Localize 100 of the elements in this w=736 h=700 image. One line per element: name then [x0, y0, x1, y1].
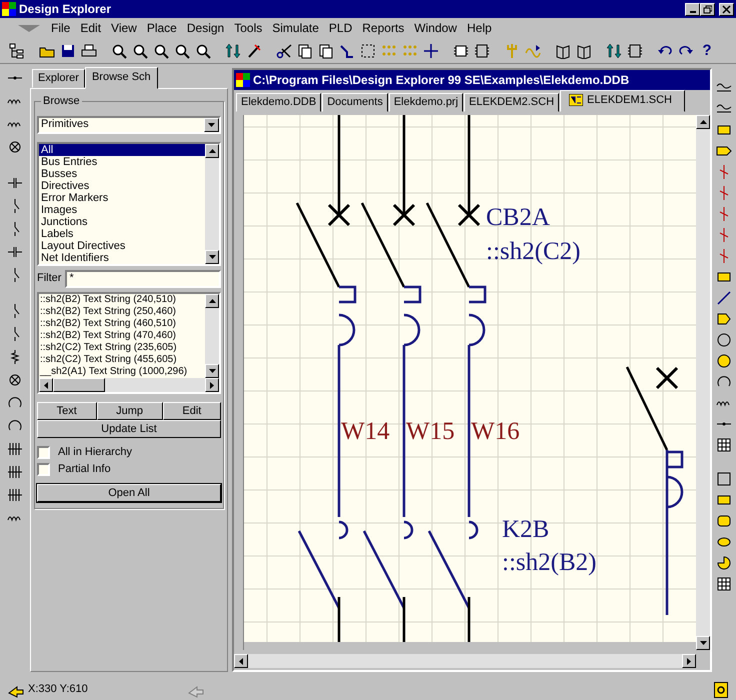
chip-icon[interactable] [627, 42, 643, 58]
checkbox-label[interactable]: Partial Info [58, 463, 111, 476]
scroll-right-icon[interactable] [682, 654, 696, 668]
component-icon[interactable] [453, 42, 469, 58]
menu-item[interactable]: Help [462, 20, 497, 36]
selection-icon[interactable] [360, 42, 376, 58]
scrollbar[interactable] [205, 144, 219, 264]
action-button[interactable]: Edit [162, 402, 221, 420]
list-item[interactable]: All [39, 144, 205, 156]
circuit-breaker-drawing[interactable] [426, 115, 486, 346]
list-item[interactable]: Busses [39, 168, 205, 180]
scroll-down-icon[interactable] [205, 250, 219, 264]
circuit-breaker-drawing[interactable] [626, 366, 684, 615]
pie-icon[interactable] [716, 555, 732, 571]
circuit-breaker-drawing[interactable] [296, 115, 356, 346]
menu-item[interactable]: Tools [229, 20, 268, 36]
scroll-down-icon[interactable] [696, 636, 710, 650]
up-down-arrows-icon[interactable] [225, 42, 241, 58]
close-button[interactable] [719, 2, 734, 16]
result-item[interactable]: ::sh2(C2) Text String (455,605) [39, 354, 205, 366]
update-list-button[interactable]: Update List [37, 420, 221, 438]
result-item[interactable]: ::sh2(B2) Text String (470,460) [39, 330, 205, 342]
move-dots-icon[interactable] [402, 42, 418, 58]
multi-line-symbol-icon[interactable] [7, 487, 23, 503]
circle-icon[interactable] [716, 332, 732, 348]
menu-item[interactable]: File [46, 20, 76, 36]
menu-item[interactable]: Window [409, 20, 462, 36]
document-tab[interactable]: Elekdemo.DDB [236, 92, 322, 112]
list-item[interactable]: Layout Directives [39, 240, 205, 252]
object-type-list[interactable]: All Bus Entries Busses Directives Error Markers Images Junctions Labels Layout Directives Net Identifiers [37, 142, 221, 266]
zoom-area-icon[interactable] [174, 42, 190, 58]
scroll-right-icon[interactable] [205, 378, 219, 392]
panel-tab[interactable]: Browse Sch [84, 66, 158, 89]
zoom-selection-icon[interactable] [195, 42, 211, 58]
list-item[interactable]: Labels [39, 228, 205, 240]
zoom-in-icon[interactable] [111, 42, 127, 58]
rounded-rectangle-icon[interactable] [716, 513, 732, 529]
help-button[interactable]: ? [698, 42, 716, 60]
print-icon[interactable] [81, 42, 97, 58]
polygon-icon[interactable] [716, 311, 732, 327]
list-item[interactable]: Error Markers [39, 192, 205, 204]
capacitor-symbol-icon[interactable] [7, 244, 23, 260]
list-item[interactable]: Images [39, 204, 205, 216]
filter-field[interactable]: * [65, 270, 221, 288]
library-icon[interactable] [474, 42, 490, 58]
action-button[interactable]: Text [37, 402, 96, 420]
checkbox[interactable] [37, 446, 50, 460]
move-icon[interactable] [423, 42, 439, 58]
wire-icon[interactable] [339, 42, 355, 58]
scrollbar[interactable] [205, 294, 219, 378]
scroll-thumb[interactable] [53, 378, 105, 392]
dot-grid-icon[interactable] [381, 42, 397, 58]
scroll-up-icon[interactable] [696, 115, 710, 129]
help-icon[interactable] [714, 682, 728, 698]
document-tab[interactable]: ELEKDEM1.SCH [560, 90, 686, 112]
menu-item[interactable]: View [106, 20, 142, 36]
checkbox[interactable] [37, 463, 50, 476]
result-item[interactable]: ::sh2(B2) Text String (240,510) [39, 294, 205, 306]
multi-line-symbol-icon[interactable] [7, 441, 23, 457]
result-item[interactable]: __sh2(A1) Text String (1000,296) [39, 366, 205, 378]
book-icon[interactable] [576, 42, 592, 58]
lamp-symbol-icon[interactable] [7, 372, 23, 388]
menu-item[interactable]: Place [142, 20, 182, 36]
browse-dropdown[interactable]: Primitives [37, 116, 221, 134]
horizontal-scrollbar[interactable] [234, 654, 696, 668]
capacitor-symbol-icon[interactable] [7, 175, 23, 191]
zoom-out-icon[interactable] [132, 42, 148, 58]
list-item[interactable]: Net Identifiers [39, 252, 205, 264]
scroll-up-icon[interactable] [205, 144, 219, 158]
panel-tab[interactable]: Explorer [32, 68, 85, 88]
restore-button[interactable] [700, 2, 715, 16]
hierarchy-icon[interactable] [9, 42, 25, 58]
book-icon[interactable] [555, 42, 571, 58]
line-icon[interactable] [716, 290, 732, 306]
lamp-symbol-icon[interactable] [7, 139, 23, 155]
multi-line-symbol-icon[interactable] [7, 464, 23, 480]
schematic-sheet[interactable]: CB2A ::sh2(C2) W14 W15 W16 K2B ::sh2(B2) [244, 115, 696, 642]
scroll-left-icon[interactable] [234, 654, 248, 668]
copy-icon[interactable] [297, 42, 313, 58]
result-item[interactable]: ::sh2(C2) Text String (235,605) [39, 342, 205, 354]
document-tab[interactable]: Documents [322, 92, 388, 112]
menu-item[interactable]: Edit [75, 20, 106, 36]
horizontal-scrollbar[interactable] [39, 378, 219, 392]
result-item[interactable]: ::sh2(B2) Text String (250,460) [39, 306, 205, 318]
list-item[interactable]: Bus Entries [39, 156, 205, 168]
pencil-icon[interactable] [246, 42, 262, 58]
scroll-up-icon[interactable] [205, 294, 219, 308]
table-icon[interactable] [716, 437, 732, 453]
results-list[interactable] [37, 292, 221, 394]
menu-item[interactable]: Design [182, 20, 230, 36]
list-item[interactable]: Directives [39, 180, 205, 192]
document-tab[interactable]: Elekdemo.prj [388, 92, 464, 112]
result-item[interactable]: ::sh2(B2) Text String (460,510) [39, 318, 205, 330]
cut-icon[interactable] [276, 42, 292, 58]
scroll-down-icon[interactable] [205, 364, 219, 378]
paste-icon[interactable] [318, 42, 334, 58]
scrollbar[interactable] [696, 115, 710, 650]
document-tab[interactable]: ELEKDEM2.SCH [464, 92, 560, 112]
menu-item[interactable]: Simulate [267, 20, 324, 36]
menu-item[interactable]: PLD [324, 20, 358, 36]
